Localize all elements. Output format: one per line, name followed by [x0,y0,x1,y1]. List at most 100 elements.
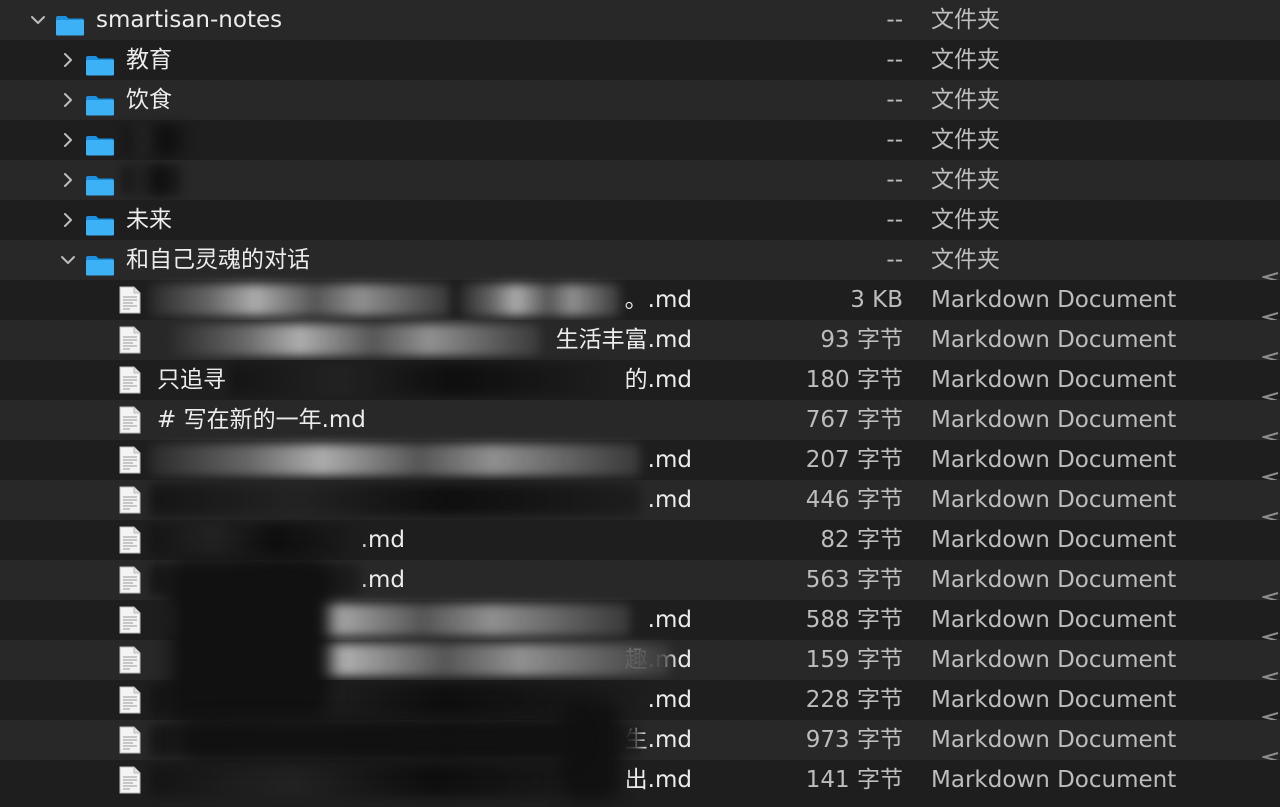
truncated-column-icon [1260,615,1280,642]
file-row[interactable]: # 写在新的一年.md 767 字节 Markdown Document [0,400,1280,442]
item-name: .md [647,487,692,513]
markdown-file-icon [118,406,142,434]
item-kind: 文件夹 [931,7,1000,33]
file-list: smartisan-notes -- 文件夹 教育 -- 文件夹 饮食 -- 文件夹 -- 文… [0,0,1280,800]
privacy-blur [150,284,450,316]
folder-icon [85,49,115,76]
chevron-right-icon[interactable] [58,80,78,120]
markdown-file-icon [118,726,142,754]
privacy-blur [150,764,620,796]
markdown-file-icon [118,326,142,354]
truncated-column-icon [1260,295,1280,322]
file-row[interactable]: 生活丰富.md 93 字节 Markdown Document [0,320,1280,362]
item-size: -- [886,207,903,233]
folder-row[interactable]: 和自己灵魂的对话 -- 文件夹 [0,240,1280,282]
item-kind: Markdown Document [931,767,1177,793]
folder-icon [55,9,85,36]
item-name-tail: 的.md [624,367,692,393]
item-name: 只追寻 [157,367,226,393]
item-name: smartisan-notes [96,7,283,33]
item-kind: Markdown Document [931,647,1177,673]
item-name: 。.md [624,287,692,313]
chevron-right-icon[interactable] [58,160,78,200]
item-name: .md [647,687,692,713]
item-size: 228 字节 [805,687,903,713]
privacy-blur [170,560,330,720]
item-size: -- [886,87,903,113]
privacy-blur [150,444,640,476]
privacy-blur [460,284,620,316]
chevron-down-icon[interactable] [58,240,78,280]
item-kind: Markdown Document [931,567,1177,593]
item-kind: Markdown Document [931,287,1177,313]
item-name: .md [360,567,405,593]
privacy-blur [170,324,540,356]
chevron-right-icon[interactable] [58,40,78,80]
item-size: 93 字节 [820,327,903,353]
item-kind: 文件夹 [931,127,1000,153]
item-name: 饮食 [126,87,172,113]
truncated-column-icon [1260,695,1280,722]
folder-row[interactable]: smartisan-notes -- 文件夹 [0,0,1280,40]
markdown-file-icon [118,446,142,474]
markdown-file-icon [118,486,142,514]
truncated-column-icon [1260,655,1280,682]
privacy-blur [122,164,182,196]
item-kind: Markdown Document [931,727,1177,753]
truncated-column-icon [1260,455,1280,482]
item-kind: Markdown Document [931,487,1177,513]
folder-icon [85,209,115,236]
markdown-file-icon [118,606,142,634]
markdown-file-icon [118,526,142,554]
file-row[interactable]: .md 446 字节 Markdown Document [0,480,1280,522]
item-name: 未来 [126,207,172,233]
item-kind: Markdown Document [931,367,1177,393]
chevron-down-icon[interactable] [28,0,48,40]
file-row[interactable]: .md 207 字节 Markdown Document [0,440,1280,482]
folder-row[interactable]: -- 文件夹 [0,120,1280,160]
item-kind: 文件夹 [931,207,1000,233]
folder-row[interactable]: -- 文件夹 [0,160,1280,200]
truncated-column-icon [1260,575,1280,602]
folder-row[interactable]: 饮食 -- 文件夹 [0,80,1280,120]
item-kind: Markdown Document [931,687,1177,713]
truncated-column-icon [1260,375,1280,402]
file-row[interactable]: 出.md 141 字节 Markdown Document [0,760,1280,800]
item-name: .md [647,607,692,633]
item-size: 180 字节 [805,367,903,393]
folder-icon [85,89,115,116]
item-kind: Markdown Document [931,527,1177,553]
folder-icon [85,129,115,156]
privacy-blur [150,524,360,556]
item-kind: 文件夹 [931,87,1000,113]
chevron-right-icon[interactable] [58,120,78,160]
item-name: 出.md [624,767,692,793]
file-row[interactable]: 只追寻 的.md 180 字节 Markdown Document [0,360,1280,402]
markdown-file-icon [118,566,142,594]
truncated-column-icon [1260,735,1280,762]
item-kind: Markdown Document [931,607,1177,633]
item-name: 生活丰富.md [555,327,692,353]
markdown-file-icon [118,766,142,794]
truncated-column-icon [1260,255,1280,282]
folder-row[interactable]: 未来 -- 文件夹 [0,200,1280,240]
privacy-blur [122,124,192,156]
folder-row[interactable]: 教育 -- 文件夹 [0,40,1280,80]
item-kind: 文件夹 [931,247,1000,273]
item-name: 教育 [126,47,172,73]
folder-icon [85,249,115,276]
item-size: 82 字节 [820,527,903,553]
file-row[interactable]: .md 82 字节 Markdown Document [0,520,1280,560]
file-row[interactable]: 。.md 3 KB Markdown Document [0,280,1280,322]
privacy-blur [180,720,580,760]
item-size: 563 字节 [805,567,903,593]
markdown-file-icon [118,646,142,674]
privacy-blur [230,364,600,396]
chevron-right-icon[interactable] [58,200,78,240]
item-name: # 写在新的一年.md [157,407,366,433]
item-size: -- [886,127,903,153]
truncated-column-icon [1260,335,1280,362]
item-kind: 文件夹 [931,167,1000,193]
item-size: 767 字节 [805,407,903,433]
item-size: -- [886,247,903,273]
